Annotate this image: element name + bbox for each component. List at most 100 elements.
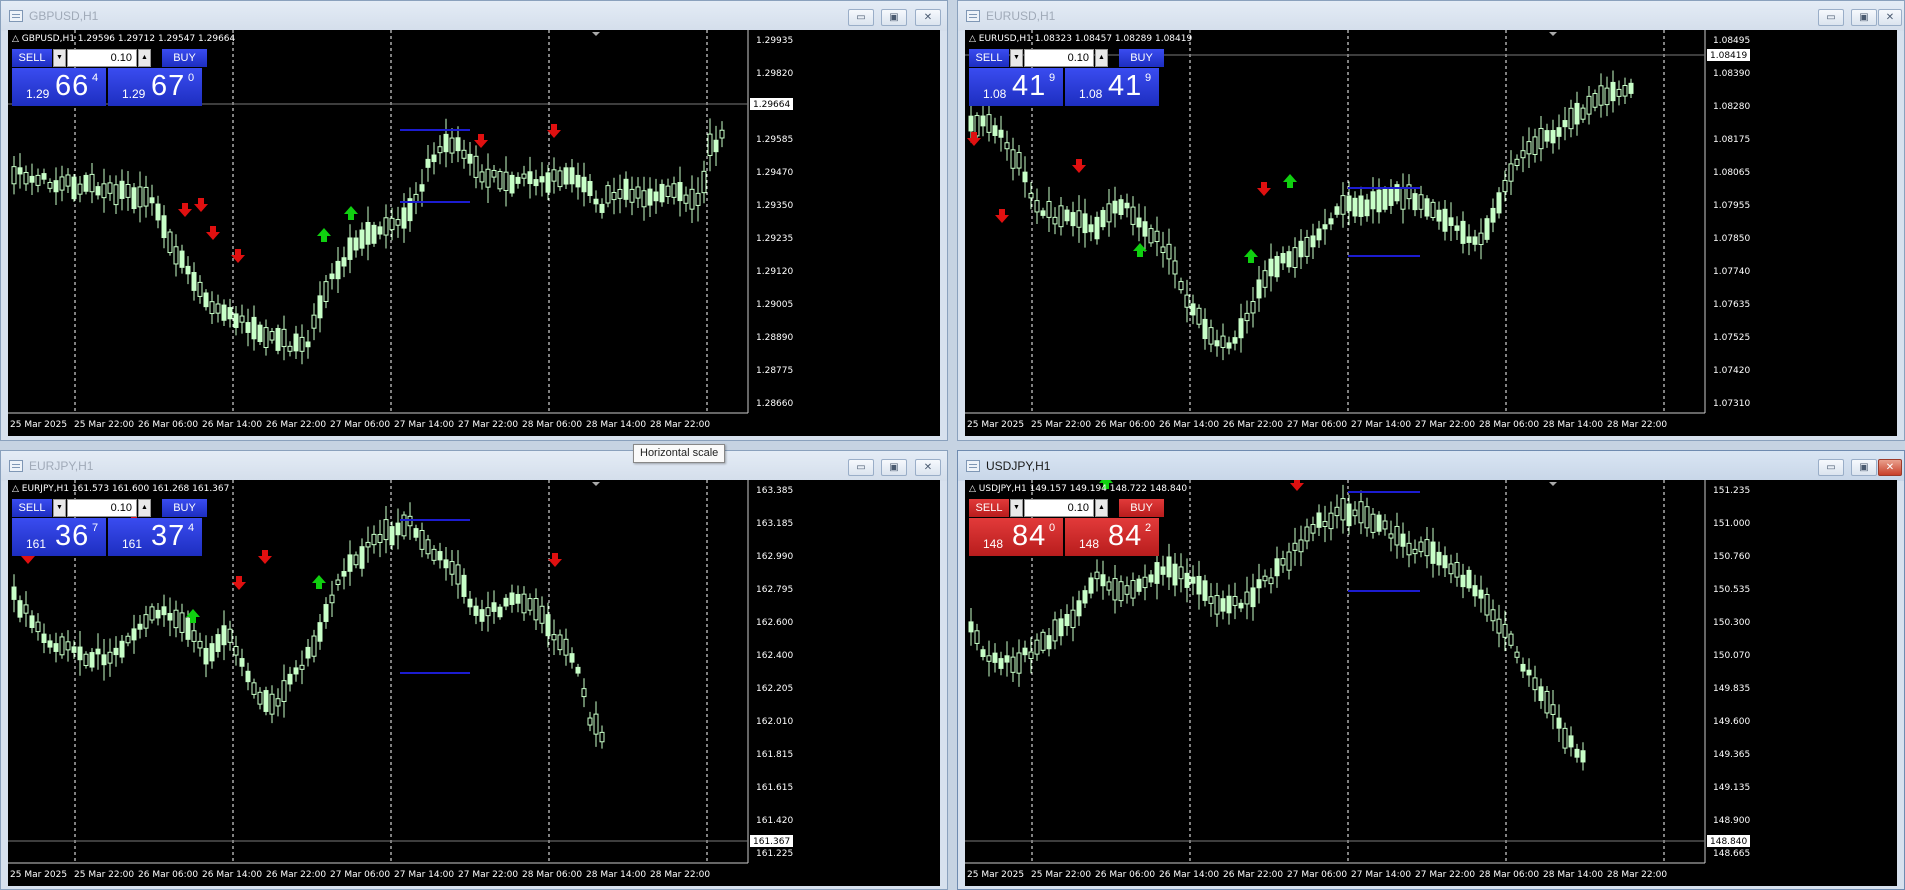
candle-body <box>1496 618 1502 634</box>
sell-button[interactable]: SELL <box>969 499 1009 517</box>
chart-window-gbpusd[interactable]: GBPUSD,H1 ▭ ▣ ✕ 1.299351.298201.297001.2… <box>0 0 948 441</box>
lot-increase-button[interactable]: ▲ <box>1095 49 1108 67</box>
candle-body <box>89 652 95 668</box>
price-axis-label: 1.28660 <box>756 399 793 409</box>
candle-body <box>431 154 437 163</box>
candle-body <box>527 598 533 611</box>
bid-price-box[interactable]: 1.08 41 9 <box>969 68 1063 106</box>
chart-window-usdjpy[interactable]: USDJPY,H1 ▭ ▣ ✕ 151.235 151.000 150.760 150… <box>957 450 1905 890</box>
bid-price-box[interactable]: 148 84 0 <box>969 518 1063 556</box>
chart-canvas[interactable]: 163.385 163.185 162.990 162.795 162.600 162.4… <box>8 480 940 886</box>
lot-increase-button[interactable]: ▲ <box>1095 499 1108 517</box>
bid-price-box[interactable]: 1.29 66 4 <box>12 68 106 106</box>
chart-window-eurjpy[interactable]: EURJPY,H1 ▭ ▣ ✕ 163.385 163.185 162.990 162… <box>0 450 948 890</box>
lot-size-input[interactable]: 0.10 <box>67 499 137 517</box>
ask-small: 161 <box>122 537 143 551</box>
candle-body <box>1508 633 1514 646</box>
candle-body <box>1418 541 1424 553</box>
candle-body <box>371 533 377 546</box>
lot-decrease-button[interactable]: ▼ <box>1010 49 1023 67</box>
candle-body <box>1298 240 1304 258</box>
candle-body <box>131 187 137 210</box>
lot-decrease-button[interactable]: ▼ <box>1010 499 1023 517</box>
lot-size-input[interactable]: 0.10 <box>1024 499 1094 517</box>
time-axis-label: 25 Mar 2025 <box>10 420 67 430</box>
candle-body <box>11 586 17 600</box>
candle-body <box>173 609 179 629</box>
candle-body <box>1568 107 1574 130</box>
close-button[interactable]: ✕ <box>915 459 941 476</box>
candle-body <box>1076 210 1082 228</box>
close-button[interactable]: ✕ <box>1878 459 1902 476</box>
sell-button[interactable]: SELL <box>12 49 52 67</box>
candle-body <box>245 670 251 683</box>
buy-button[interactable]: BUY <box>162 49 207 67</box>
maximize-button[interactable]: ▣ <box>881 9 907 26</box>
candle-body <box>329 273 335 280</box>
ask-price-box[interactable]: 1.29 67 0 <box>108 68 202 106</box>
window-titlebar[interactable]: USDJPY,H1 ▭ ▣ ✕ <box>958 451 1904 481</box>
lot-decrease-button[interactable]: ▼ <box>53 499 66 517</box>
ask-price-box[interactable]: 148 84 2 <box>1065 518 1159 556</box>
lot-increase-button[interactable]: ▲ <box>138 499 151 517</box>
ask-price-box[interactable]: 161 37 4 <box>108 518 202 556</box>
window-titlebar[interactable]: EURUSD,H1 ▭ ▣ ✕ <box>958 1 1904 31</box>
candle-body <box>521 173 527 179</box>
one-click-trading-panel[interactable]: SELL ▼ 0.10 ▲ BUY 1.29 66 4 1.29 67 0 <box>12 49 208 106</box>
minimize-button[interactable]: ▭ <box>848 9 874 26</box>
maximize-button[interactable]: ▣ <box>1851 9 1877 26</box>
candle-body <box>341 257 347 267</box>
bid-sup: 4 <box>92 72 99 84</box>
minimize-button[interactable]: ▭ <box>1818 9 1844 26</box>
price-axis-label: 1.08495 <box>1713 36 1750 46</box>
candle-body <box>395 522 401 536</box>
one-click-trading-panel[interactable]: SELL ▼ 0.10 ▲ BUY 1.08 41 9 1.08 41 9 <box>969 49 1165 106</box>
candle-body <box>1136 217 1142 228</box>
buy-button[interactable]: BUY <box>1119 49 1164 67</box>
chart-canvas[interactable]: 1.299351.298201.297001.295851.294701.293… <box>8 30 940 436</box>
minimize-button[interactable]: ▭ <box>848 459 874 476</box>
time-axis-label: 28 Mar 22:00 <box>1607 420 1667 430</box>
buy-signal-arrow-icon <box>1244 249 1258 263</box>
candle-body <box>467 153 473 164</box>
close-button[interactable]: ✕ <box>915 9 941 26</box>
candle-body <box>1544 690 1550 714</box>
chart-window-eurusd[interactable]: EURUSD,H1 ▭ ▣ ✕ 1.08495 1.08390 1.08280 1.0… <box>957 0 1905 441</box>
close-button[interactable]: ✕ <box>1878 9 1902 26</box>
candle-body <box>497 606 503 618</box>
chart-canvas[interactable]: 1.08495 1.08390 1.08280 1.08175 1.08065 1.079… <box>965 30 1897 436</box>
lot-size-input[interactable]: 0.10 <box>1024 49 1094 67</box>
maximize-button[interactable]: ▣ <box>881 459 907 476</box>
candle-body <box>1532 677 1538 691</box>
price-axis-label: 1.07635 <box>1713 300 1750 310</box>
chart-canvas[interactable]: 151.235 151.000 150.760 150.535 150.300 150.0… <box>965 480 1897 886</box>
candle-body <box>1214 595 1220 615</box>
candle-body <box>665 185 671 198</box>
sell-button[interactable]: SELL <box>12 499 52 517</box>
lot-increase-button[interactable]: ▲ <box>138 49 151 67</box>
candle-body <box>1238 318 1244 339</box>
candle-body <box>1124 585 1130 595</box>
window-titlebar[interactable]: EURJPY,H1 ▭ ▣ ✕ <box>1 451 947 481</box>
candle-body <box>1364 199 1370 217</box>
candle-body <box>707 133 713 156</box>
ask-sup: 4 <box>188 522 195 534</box>
ask-price-box[interactable]: 1.08 41 9 <box>1065 68 1159 106</box>
maximize-button[interactable]: ▣ <box>1851 459 1877 476</box>
lot-size-input[interactable]: 0.10 <box>67 49 137 67</box>
buy-button[interactable]: BUY <box>162 499 207 517</box>
bid-price-box[interactable]: 161 36 7 <box>12 518 106 556</box>
candle-body <box>1592 93 1598 108</box>
buy-button[interactable]: BUY <box>1119 499 1164 517</box>
one-click-trading-panel[interactable]: SELL ▼ 0.10 ▲ BUY 148 84 0 148 84 2 <box>969 499 1165 556</box>
sell-button[interactable]: SELL <box>969 49 1009 67</box>
candle-body <box>1310 235 1316 248</box>
lot-decrease-button[interactable]: ▼ <box>53 49 66 67</box>
one-click-trading-panel[interactable]: SELL ▼ 0.10 ▲ BUY 161 36 7 161 37 4 <box>12 499 208 556</box>
candle-body <box>1010 656 1016 673</box>
candle-body <box>1400 187 1406 210</box>
window-titlebar[interactable]: GBPUSD,H1 ▭ ▣ ✕ <box>1 1 947 31</box>
price-axis-label: 162.400 <box>756 651 793 661</box>
minimize-button[interactable]: ▭ <box>1818 459 1844 476</box>
candle-body <box>119 180 125 199</box>
